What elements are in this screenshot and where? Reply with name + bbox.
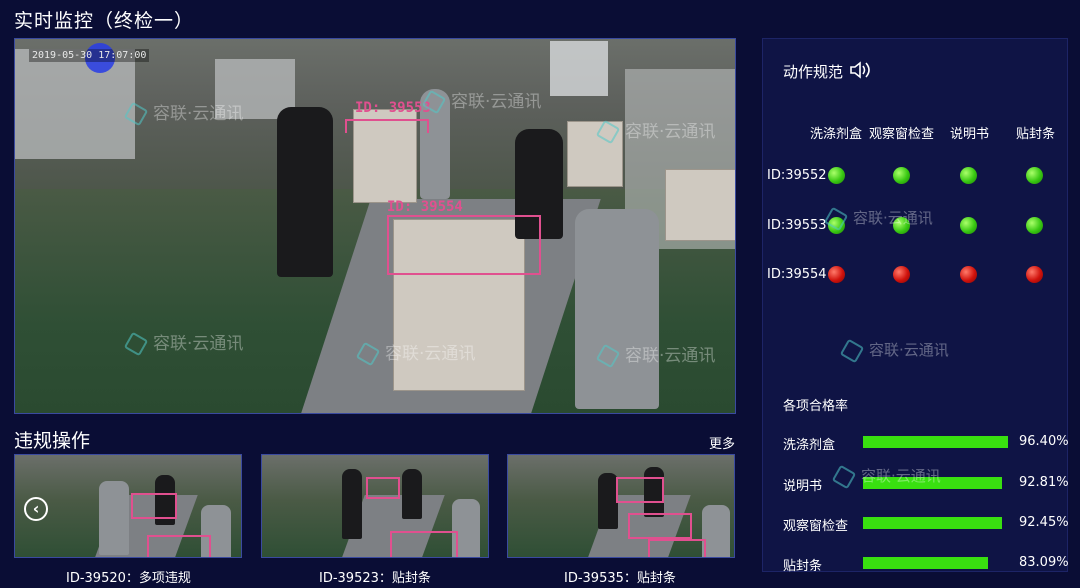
thumb-worker	[702, 505, 730, 557]
video-timestamp: 2019-05-30 17:07:00	[29, 49, 150, 62]
status-dot	[1026, 217, 1043, 234]
thumb-detection-box	[131, 493, 177, 519]
pass-rate-value: 96.40%	[1019, 434, 1069, 449]
watermark: 容联·云通讯	[823, 206, 933, 231]
watermark: 容联·云通讯	[355, 339, 475, 367]
violation-caption: ID-39520：多项违规	[66, 571, 191, 586]
row-id: ID:39553	[767, 218, 827, 233]
pass-rate-bar	[863, 517, 1002, 529]
status-dot	[828, 167, 845, 184]
compliance-panel: 动作规范 洗涤剂盒 观察窗检查 说明书 贴封条 ID:39552 ID:3955…	[762, 38, 1069, 574]
video-monitor-screen	[550, 41, 608, 96]
pass-rate-value: 83.09%	[1019, 555, 1069, 570]
speaker-icon[interactable]	[849, 61, 871, 83]
thumb-detection-box	[147, 535, 211, 557]
logo-icon	[595, 119, 621, 145]
pass-rate-bar	[863, 557, 988, 569]
logo-icon	[831, 464, 857, 489]
live-video-feed[interactable]: 2019-05-30 17:07:00 ID: 39553 ID: 39554 …	[14, 38, 736, 414]
pass-rate-title: 各项合格率	[783, 399, 849, 414]
column-header: 洗涤剂盒	[810, 127, 863, 142]
video-washer-unit	[665, 169, 735, 241]
compliance-title: 动作规范	[783, 63, 844, 81]
video-shelf	[15, 49, 135, 159]
pass-rate-label: 观察窗检查	[783, 519, 849, 534]
violation-thumbnail[interactable]	[14, 454, 242, 558]
pass-rate-label: 洗涤剂盒	[783, 438, 836, 453]
logo-icon	[123, 101, 149, 127]
thumb-worker	[598, 473, 618, 529]
more-link[interactable]: 更多	[709, 433, 735, 452]
thumb-detection-box	[366, 477, 400, 499]
chevron-left-icon[interactable]: ‹	[24, 497, 48, 521]
pass-rate-label: 贴封条	[783, 559, 823, 574]
detection-box-39554	[387, 215, 541, 275]
watermark: 容联·云通讯	[123, 329, 243, 357]
thumb-detection-box	[390, 531, 458, 557]
logo-icon	[823, 206, 849, 231]
video-worker	[277, 107, 333, 277]
watermark: 容联·云通讯	[123, 99, 243, 127]
violation-thumbnail[interactable]	[261, 454, 489, 558]
status-dot	[1026, 266, 1043, 283]
thumb-worker	[402, 469, 422, 519]
watermark: 容联·云通讯	[595, 117, 715, 145]
column-header: 观察窗检查	[869, 127, 935, 142]
logo-icon	[421, 89, 447, 115]
violations-title: 违规操作	[14, 430, 91, 452]
logo-icon	[839, 338, 865, 363]
status-dot	[960, 217, 977, 234]
status-dot	[960, 167, 977, 184]
row-id: ID:39552	[767, 168, 827, 183]
thumb-detection-box	[628, 513, 692, 539]
detection-label-39554: ID: 39554	[387, 199, 463, 215]
watermark: 容联·云通讯	[831, 464, 941, 489]
pass-rate-value: 92.45%	[1019, 515, 1069, 530]
pass-rate-bar	[863, 436, 1008, 448]
row-id: ID:39554	[767, 267, 827, 282]
status-dot	[893, 266, 910, 283]
thumb-detection-box	[616, 477, 664, 503]
status-dot	[1026, 167, 1043, 184]
pass-rate-value: 92.81%	[1019, 475, 1069, 490]
watermark: 容联·云通讯	[421, 87, 541, 115]
violation-thumbnail[interactable]	[507, 454, 735, 558]
status-dot	[828, 266, 845, 283]
violation-caption: ID-39523：贴封条	[319, 571, 431, 586]
column-header: 说明书	[950, 127, 990, 142]
status-dot	[960, 266, 977, 283]
detection-box-39553	[345, 119, 429, 133]
thumb-worker	[99, 481, 129, 555]
logo-icon	[355, 341, 381, 367]
logo-icon	[123, 331, 149, 357]
thumb-worker	[342, 469, 362, 539]
detection-label-39553: ID: 39553	[355, 100, 431, 116]
thumb-detection-box	[648, 539, 706, 557]
column-header: 贴封条	[1016, 127, 1056, 142]
logo-icon	[595, 343, 621, 369]
watermark: 容联·云通讯	[595, 341, 715, 369]
pass-rate-label: 说明书	[783, 479, 823, 494]
watermark: 容联·云通讯	[839, 338, 949, 363]
page-title: 实时监控（终检一）	[14, 10, 195, 32]
status-dot	[893, 167, 910, 184]
video-worker	[575, 209, 659, 409]
violation-caption: ID-39535：贴封条	[564, 571, 676, 586]
